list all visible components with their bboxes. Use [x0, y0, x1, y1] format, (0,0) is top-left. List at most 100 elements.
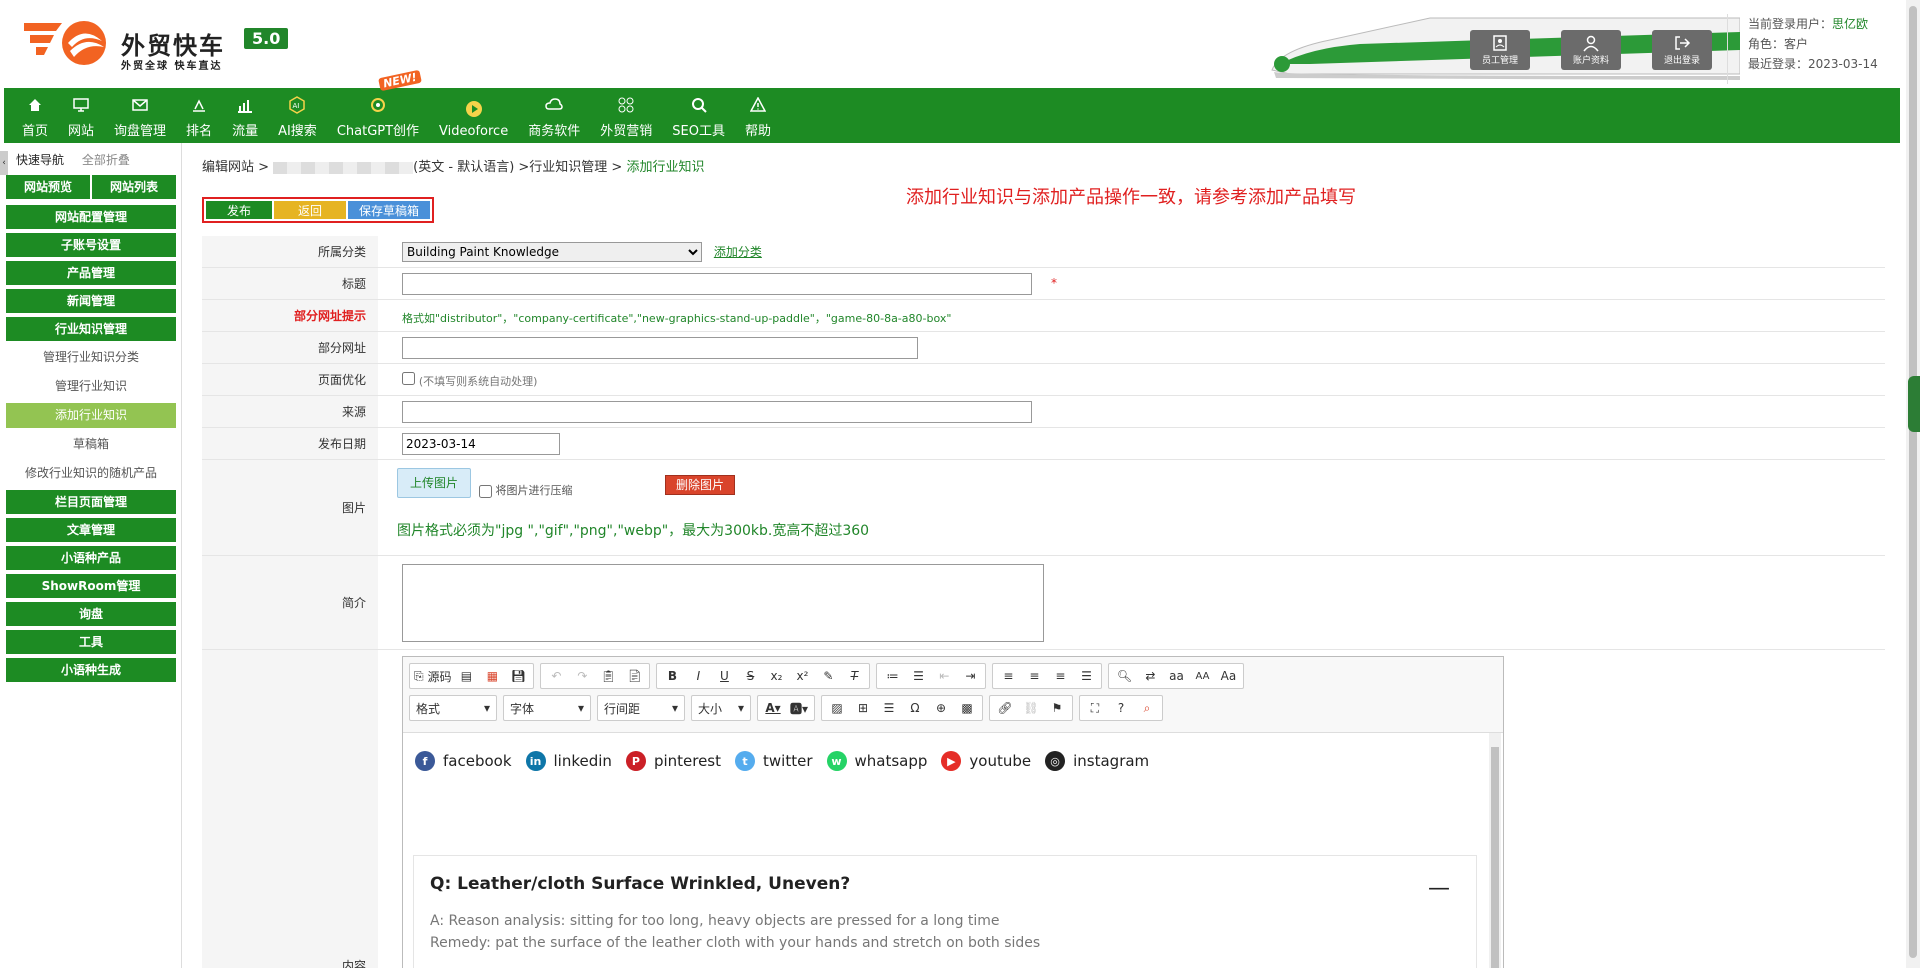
anchor-icon[interactable]: ⚑: [1044, 697, 1070, 719]
social-facebook[interactable]: f facebook: [415, 751, 512, 771]
sidebar-item-inquiry[interactable]: 询盘: [6, 602, 176, 626]
sidebar-item-showroom[interactable]: ShowRoom管理: [6, 574, 176, 598]
sidebar-item-random-products[interactable]: 修改行业知识的随机产品: [6, 461, 176, 486]
compress-checkbox[interactable]: [479, 484, 492, 498]
sidebar-item-tools[interactable]: 工具: [6, 630, 176, 654]
nav-help[interactable]: 帮助: [735, 88, 781, 143]
lowercase-icon[interactable]: aa: [1163, 665, 1189, 687]
site-list-button[interactable]: 网站列表: [92, 175, 176, 199]
hr-icon[interactable]: ☰: [876, 697, 902, 719]
align-left-icon[interactable]: ≡: [995, 665, 1021, 687]
preview-icon[interactable]: ▤: [453, 665, 479, 687]
template-icon[interactable]: ▦: [479, 665, 505, 687]
multi-image-icon[interactable]: ▩: [954, 697, 980, 719]
table-icon[interactable]: ⊞: [850, 697, 876, 719]
breadcrumb-edit-site[interactable]: 编辑网站 >: [202, 160, 273, 175]
indent-icon[interactable]: ⇥: [957, 665, 983, 687]
breadcrumb-knowledge[interactable]: (英文 - 默认语言) >行业知识管理 >: [413, 160, 626, 175]
page-scrollbar-thumb[interactable]: [1909, 6, 1917, 958]
seo-checkbox[interactable]: [402, 372, 415, 385]
sidebar-item-minor-lang-gen[interactable]: 小语种生成: [6, 658, 176, 682]
nav-inquiry[interactable]: 询盘管理: [104, 88, 176, 143]
sidebar-item-products[interactable]: 产品管理: [6, 261, 176, 285]
remove-format-icon[interactable]: T̶: [841, 665, 867, 687]
font-select[interactable]: 字体 ▾: [503, 695, 591, 721]
undo-icon[interactable]: ↶: [543, 665, 569, 687]
align-center-icon[interactable]: ≡: [1021, 665, 1047, 687]
uppercase-icon[interactable]: AA: [1189, 665, 1215, 687]
collapse-all-link[interactable]: 全部折叠: [82, 153, 130, 167]
paste-text-icon[interactable]: 📋︎: [595, 665, 621, 687]
nav-traffic[interactable]: 流量: [222, 88, 268, 143]
size-select[interactable]: 大小 ▾: [691, 695, 751, 721]
sidebar-item-knowledge-category[interactable]: 管理行业知识分类: [6, 345, 176, 370]
sidebar-item-manage-knowledge[interactable]: 管理行业知识: [6, 374, 176, 399]
nav-home[interactable]: 首页: [4, 88, 58, 143]
subscript-icon[interactable]: x₂: [763, 665, 789, 687]
source-input[interactable]: [402, 401, 1032, 423]
help-icon[interactable]: ?: [1108, 697, 1134, 719]
site-preview-button[interactable]: 网站预览: [6, 175, 90, 199]
strikethrough-icon[interactable]: S: [737, 665, 763, 687]
title-input[interactable]: [402, 273, 1032, 295]
capitalize-icon[interactable]: Aa: [1215, 665, 1241, 687]
sidebar-item-sub-account[interactable]: 子账号设置: [6, 233, 176, 257]
add-category-link[interactable]: 添加分类: [714, 245, 762, 259]
outdent-icon[interactable]: ⇤: [931, 665, 957, 687]
side-widget-handle[interactable]: [1908, 376, 1920, 432]
social-pinterest[interactable]: Ppinterest: [625, 751, 721, 771]
text-color-icon[interactable]: A▾: [760, 697, 786, 719]
bg-color-icon[interactable]: 🅰︎▾: [786, 697, 812, 719]
save-icon[interactable]: 💾︎: [505, 665, 531, 687]
line-height-select[interactable]: 行间距 ▾: [597, 695, 685, 721]
page-scrollbar[interactable]: [1906, 0, 1920, 968]
sidebar-item-site-config[interactable]: 网站配置管理: [6, 205, 176, 229]
logout-button[interactable]: 退出登录: [1652, 30, 1712, 70]
preview-red-icon[interactable]: ⌕: [1134, 697, 1160, 719]
nav-website[interactable]: 网站: [58, 88, 104, 143]
nav-chatgpt[interactable]: NEW! ChatGPT创作: [327, 69, 429, 143]
maximize-icon[interactable]: ⛶: [1082, 697, 1108, 719]
sidebar-item-add-knowledge[interactable]: 添加行业知识: [6, 403, 176, 428]
sidebar-item-news[interactable]: 新闻管理: [6, 289, 176, 313]
nav-ai-search[interactable]: AI AI搜索: [268, 88, 327, 143]
nav-marketing[interactable]: 外贸营销: [590, 88, 662, 143]
image-icon[interactable]: ▨: [824, 697, 850, 719]
bold-icon[interactable]: B: [659, 665, 685, 687]
staff-button[interactable]: 员工管理: [1470, 30, 1530, 70]
category-select[interactable]: Building Paint Knowledge: [402, 242, 702, 262]
social-twitter[interactable]: t twitter: [735, 751, 813, 771]
account-button[interactable]: 账户资料: [1561, 30, 1621, 70]
date-input[interactable]: [402, 433, 560, 455]
sidebar-item-column-pages[interactable]: 栏目页面管理: [6, 490, 176, 514]
back-button[interactable]: 返回: [274, 201, 346, 219]
sidebar-collapse-icon[interactable]: ‹: [0, 151, 8, 175]
intro-textarea[interactable]: [402, 564, 1044, 642]
ordered-list-icon[interactable]: ≔: [879, 665, 905, 687]
delete-image-button[interactable]: 删除图片: [665, 475, 735, 495]
sidebar-item-knowledge[interactable]: 行业知识管理: [6, 317, 176, 341]
social-whatsapp[interactable]: w whatsapp: [826, 751, 927, 771]
nav-ranking[interactable]: 排名: [176, 88, 222, 143]
editor-scrollbar-thumb[interactable]: [1491, 747, 1499, 968]
editor-body[interactable]: f facebook in linkedin Ppinterest t twitter…: [403, 733, 1503, 968]
find-icon[interactable]: 🔍︎: [1111, 665, 1137, 687]
sidebar-item-minor-lang-products[interactable]: 小语种产品: [6, 546, 176, 570]
source-button[interactable]: ⎘ 源码: [412, 665, 453, 687]
nav-seo[interactable]: SEO工具: [662, 88, 735, 143]
sidebar-item-articles[interactable]: 文章管理: [6, 518, 176, 542]
social-youtube[interactable]: ▶ youtube: [941, 751, 1031, 771]
replace-icon[interactable]: ⇄: [1137, 665, 1163, 687]
paste-word-icon[interactable]: 📄︎: [621, 665, 647, 687]
format-select[interactable]: 格式 ▾: [409, 695, 497, 721]
redo-icon[interactable]: ↷: [569, 665, 595, 687]
social-linkedin[interactable]: in linkedin: [525, 751, 612, 771]
underline-icon[interactable]: U: [711, 665, 737, 687]
link-icon[interactable]: 🔗︎: [992, 697, 1018, 719]
sidebar-item-drafts[interactable]: 草稿箱: [6, 432, 176, 457]
bullet-list-icon[interactable]: ☰: [905, 665, 931, 687]
align-justify-icon[interactable]: ☰: [1073, 665, 1099, 687]
url-input[interactable]: [402, 337, 918, 359]
faq-collapse-icon[interactable]: —: [1428, 876, 1450, 901]
align-right-icon[interactable]: ≡: [1047, 665, 1073, 687]
